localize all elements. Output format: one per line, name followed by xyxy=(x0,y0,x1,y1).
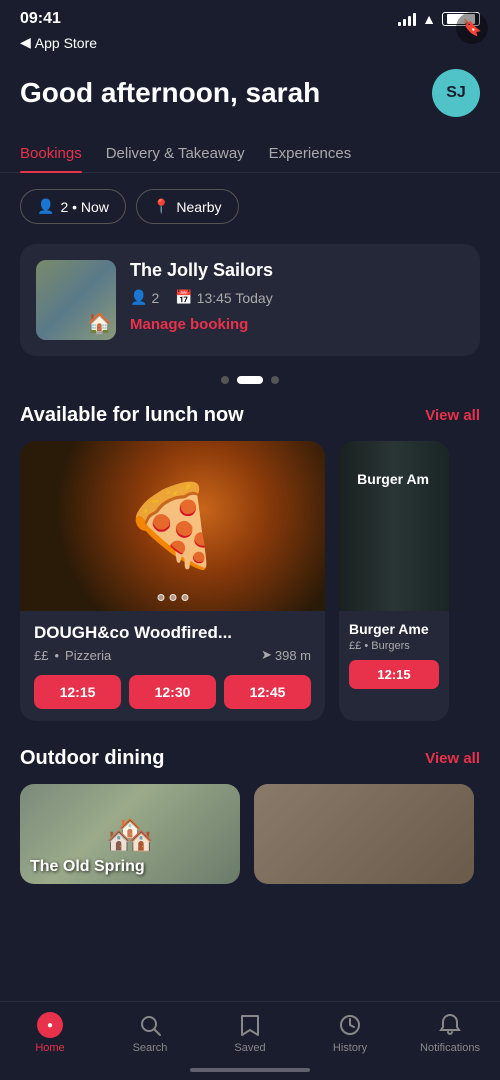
burger-card-name: Burger Ame xyxy=(349,621,439,637)
burger-time-slot-1215[interactable]: 12:15 xyxy=(349,660,439,689)
home-indicator xyxy=(190,1068,310,1072)
search-icon xyxy=(137,1012,163,1038)
dough-card-name: DOUGH&co Woodfired... 🔖 xyxy=(34,623,311,643)
nav-saved[interactable]: Saved xyxy=(200,1012,300,1054)
saved-icon xyxy=(237,1012,263,1038)
nav-history-label: History xyxy=(333,1042,367,1054)
distance-label: ➤ 398 m xyxy=(261,647,311,663)
lunch-view-all[interactable]: View all xyxy=(425,407,480,424)
lunch-section-title: Available for lunch now xyxy=(20,404,244,427)
nav-history[interactable]: History xyxy=(300,1012,400,1054)
booking-info: The Jolly Sailors 👤 2 📅 13:45 Today Mana… xyxy=(130,260,464,333)
status-bar: 09:41 ▲ xyxy=(0,0,500,34)
nav-search[interactable]: Search xyxy=(100,1012,200,1054)
outdoor-cards-row: 🏘️ The Old Spring xyxy=(0,784,500,884)
booking-card: The Jolly Sailors 👤 2 📅 13:45 Today Mana… xyxy=(20,244,480,356)
manage-booking-link[interactable]: Manage booking xyxy=(130,316,464,333)
restaurant-card-burger[interactable]: Burger Am Burger Ame ££ • Burgers 12:15 xyxy=(339,441,449,721)
nav-home-label: Home xyxy=(35,1042,64,1054)
booking-thumbnail xyxy=(36,260,116,340)
time-slots: 12:15 12:30 12:45 xyxy=(34,675,311,709)
image-dot-3 xyxy=(181,594,188,601)
back-chevron-icon: ◀ xyxy=(20,34,31,51)
burger-card-image: Burger Am xyxy=(339,441,449,611)
time-slot-1230[interactable]: 12:30 xyxy=(129,675,216,709)
history-icon xyxy=(337,1012,363,1038)
filters-row: 👤 2 • Now 📍 Nearby xyxy=(0,189,500,244)
location-icon: 📍 xyxy=(153,198,170,215)
person-icon: 👤 xyxy=(37,198,54,215)
tab-delivery[interactable]: Delivery & Takeaway xyxy=(106,135,245,172)
dot-2 xyxy=(237,376,263,384)
nav-search-label: Search xyxy=(133,1042,168,1054)
booking-meta: 👤 2 📅 13:45 Today xyxy=(130,289,464,306)
navigation-icon: ➤ xyxy=(261,647,272,663)
time-slot-1245[interactable]: 12:45 xyxy=(224,675,311,709)
outdoor-card-2-image xyxy=(254,784,474,884)
image-dot-2 xyxy=(169,594,176,601)
tab-bar: Bookings Delivery & Takeaway Experiences xyxy=(0,135,500,173)
location-filter[interactable]: 📍 Nearby xyxy=(136,189,239,224)
outdoor-section: Outdoor dining View all 🏘️ The Old Sprin… xyxy=(0,747,500,884)
outdoor-view-all[interactable]: View all xyxy=(425,750,480,767)
outdoor-section-title: Outdoor dining xyxy=(20,747,164,770)
calendar-icon: 📅 xyxy=(175,289,192,306)
tab-bookings[interactable]: Bookings xyxy=(20,135,82,172)
dough-card-image xyxy=(20,441,325,611)
dot-3 xyxy=(271,376,279,384)
nav-saved-label: Saved xyxy=(234,1042,265,1054)
avatar[interactable]: SJ xyxy=(432,69,480,117)
time-slot-1215[interactable]: 12:15 xyxy=(34,675,121,709)
nav-notifications[interactable]: Notifications xyxy=(400,1012,500,1054)
scroll-dots xyxy=(0,376,500,384)
notifications-icon xyxy=(437,1012,463,1038)
wifi-icon: ▲ xyxy=(422,11,436,27)
guests-filter[interactable]: 👤 2 • Now xyxy=(20,189,126,224)
image-dot-1 xyxy=(157,594,164,601)
burger-sign: Burger Am xyxy=(357,471,429,487)
image-dots xyxy=(157,594,188,601)
restaurant-card-dough[interactable]: DOUGH&co Woodfired... 🔖 ££ • Pizzeria ➤ … xyxy=(20,441,325,721)
nav-notifications-label: Notifications xyxy=(420,1042,480,1054)
booking-restaurant-name: The Jolly Sailors xyxy=(130,260,464,281)
greeting-text: Good afternoon, sarah xyxy=(20,77,320,109)
restaurant-cards-row: DOUGH&co Woodfired... 🔖 ££ • Pizzeria ➤ … xyxy=(0,441,500,741)
home-icon xyxy=(37,1012,63,1038)
booking-time: 📅 13:45 Today xyxy=(175,289,272,306)
outdoor-card-2[interactable] xyxy=(254,784,474,884)
booking-guests: 👤 2 xyxy=(130,289,159,306)
guests-icon: 👤 xyxy=(130,289,147,306)
header: Good afternoon, sarah SJ xyxy=(0,59,500,135)
outdoor-section-header: Outdoor dining View all xyxy=(0,747,500,784)
status-time: 09:41 xyxy=(20,10,61,28)
dot-1 xyxy=(221,376,229,384)
tab-experiences[interactable]: Experiences xyxy=(269,135,352,172)
app-store-back[interactable]: ◀ App Store xyxy=(0,34,500,59)
lunch-section-header: Available for lunch now View all xyxy=(0,404,500,441)
dough-card-meta: ££ • Pizzeria ➤ 398 m xyxy=(34,647,311,663)
signal-icon xyxy=(398,12,416,26)
nav-home[interactable]: Home xyxy=(0,1012,100,1054)
pub-name-overlay: The Old Spring xyxy=(30,858,145,876)
burger-card-meta: ££ • Burgers xyxy=(349,640,439,652)
outdoor-card-pub[interactable]: 🏘️ The Old Spring xyxy=(20,784,240,884)
pub-card-image: 🏘️ The Old Spring xyxy=(20,784,240,884)
